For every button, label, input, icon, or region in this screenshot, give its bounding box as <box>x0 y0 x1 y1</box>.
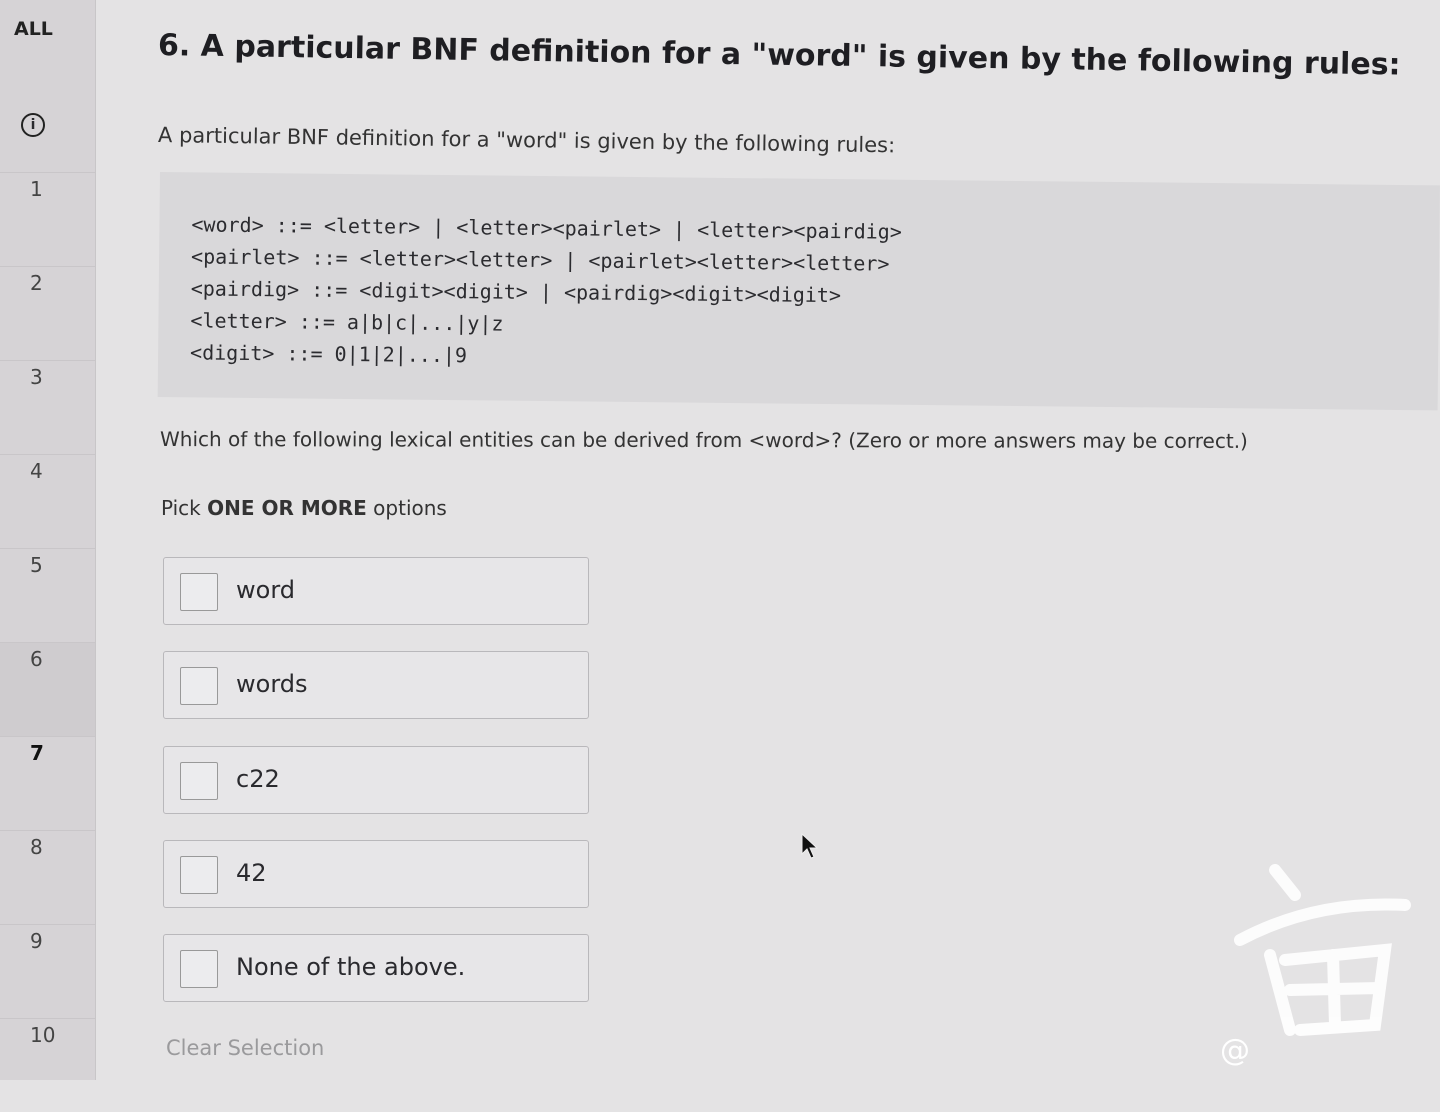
pick-suffix: options <box>366 496 447 520</box>
pick-prefix: Pick <box>161 496 208 520</box>
option-42[interactable]: 42 <box>163 840 589 908</box>
sidebar-item-4[interactable]: 4 <box>0 454 95 548</box>
pick-bold: ONE OR MORE <box>207 496 367 520</box>
checkbox[interactable] <box>180 573 218 611</box>
sidebar-item-1[interactable]: 1 <box>0 172 95 266</box>
bnf-code-block: <word> ::= <letter> | <letter><pairlet> … <box>157 172 1440 411</box>
sidebar-item-label: 8 <box>30 835 43 859</box>
question-title: 6. A particular BNF definition for a "wo… <box>157 28 1401 83</box>
checkbox[interactable] <box>180 950 218 988</box>
clear-selection-link[interactable]: Clear Selection <box>166 1036 324 1060</box>
sidebar-item-6[interactable]: 6 <box>0 642 95 736</box>
watermark-logo: @ <box>1220 864 1411 1068</box>
sidebar-item-7[interactable]: 7 <box>0 736 95 830</box>
sidebar-item-3[interactable]: 3 <box>0 360 95 454</box>
sidebar-item-2[interactable]: 2 <box>0 266 95 360</box>
option-label: None of the above. <box>236 953 466 981</box>
question-sidebar: ALL i 1 2 3 4 5 6 7 8 9 10 <box>0 0 96 1080</box>
option-label: c22 <box>236 765 280 793</box>
option-label: 42 <box>236 859 267 887</box>
checkbox[interactable] <box>180 667 218 705</box>
sidebar-item-5[interactable]: 5 <box>0 548 95 642</box>
mouse-cursor-icon <box>801 832 819 859</box>
question-prompt: Which of the following lexical entities … <box>159 427 1248 453</box>
sidebar-item-label: 6 <box>30 647 43 671</box>
sidebar-item-label: 2 <box>30 271 43 295</box>
sidebar-item-label: 3 <box>30 365 43 389</box>
info-icon[interactable]: i <box>21 113 45 137</box>
option-c22[interactable]: c22 <box>163 746 589 814</box>
sidebar-item-label: 4 <box>30 459 43 483</box>
option-word[interactable]: word <box>163 557 589 625</box>
sidebar-item-8[interactable]: 8 <box>0 830 95 924</box>
sidebar-all[interactable]: ALL <box>14 18 53 40</box>
sidebar-item-label: 9 <box>30 929 43 953</box>
option-words[interactable]: words <box>163 651 589 719</box>
checkbox[interactable] <box>180 762 218 800</box>
sidebar-item-9[interactable]: 9 <box>0 924 95 1018</box>
question-intro: A particular BNF definition for a "word"… <box>157 123 896 158</box>
option-label: words <box>236 670 308 698</box>
svg-text:@: @ <box>1220 1033 1250 1068</box>
sidebar-item-label: 1 <box>30 177 43 201</box>
pick-instruction: Pick ONE OR MORE options <box>161 496 447 520</box>
sidebar-item-label: 5 <box>30 553 43 577</box>
sidebar-item-10[interactable]: 10 <box>0 1018 95 1112</box>
sidebar-item-label: 10 <box>30 1023 56 1047</box>
bnf-code: <word> ::= <letter> | <letter><pairlet> … <box>189 212 902 368</box>
sidebar-item-label: 7 <box>30 741 44 765</box>
option-label: word <box>236 576 295 604</box>
option-none[interactable]: None of the above. <box>163 934 589 1002</box>
checkbox[interactable] <box>180 856 218 894</box>
